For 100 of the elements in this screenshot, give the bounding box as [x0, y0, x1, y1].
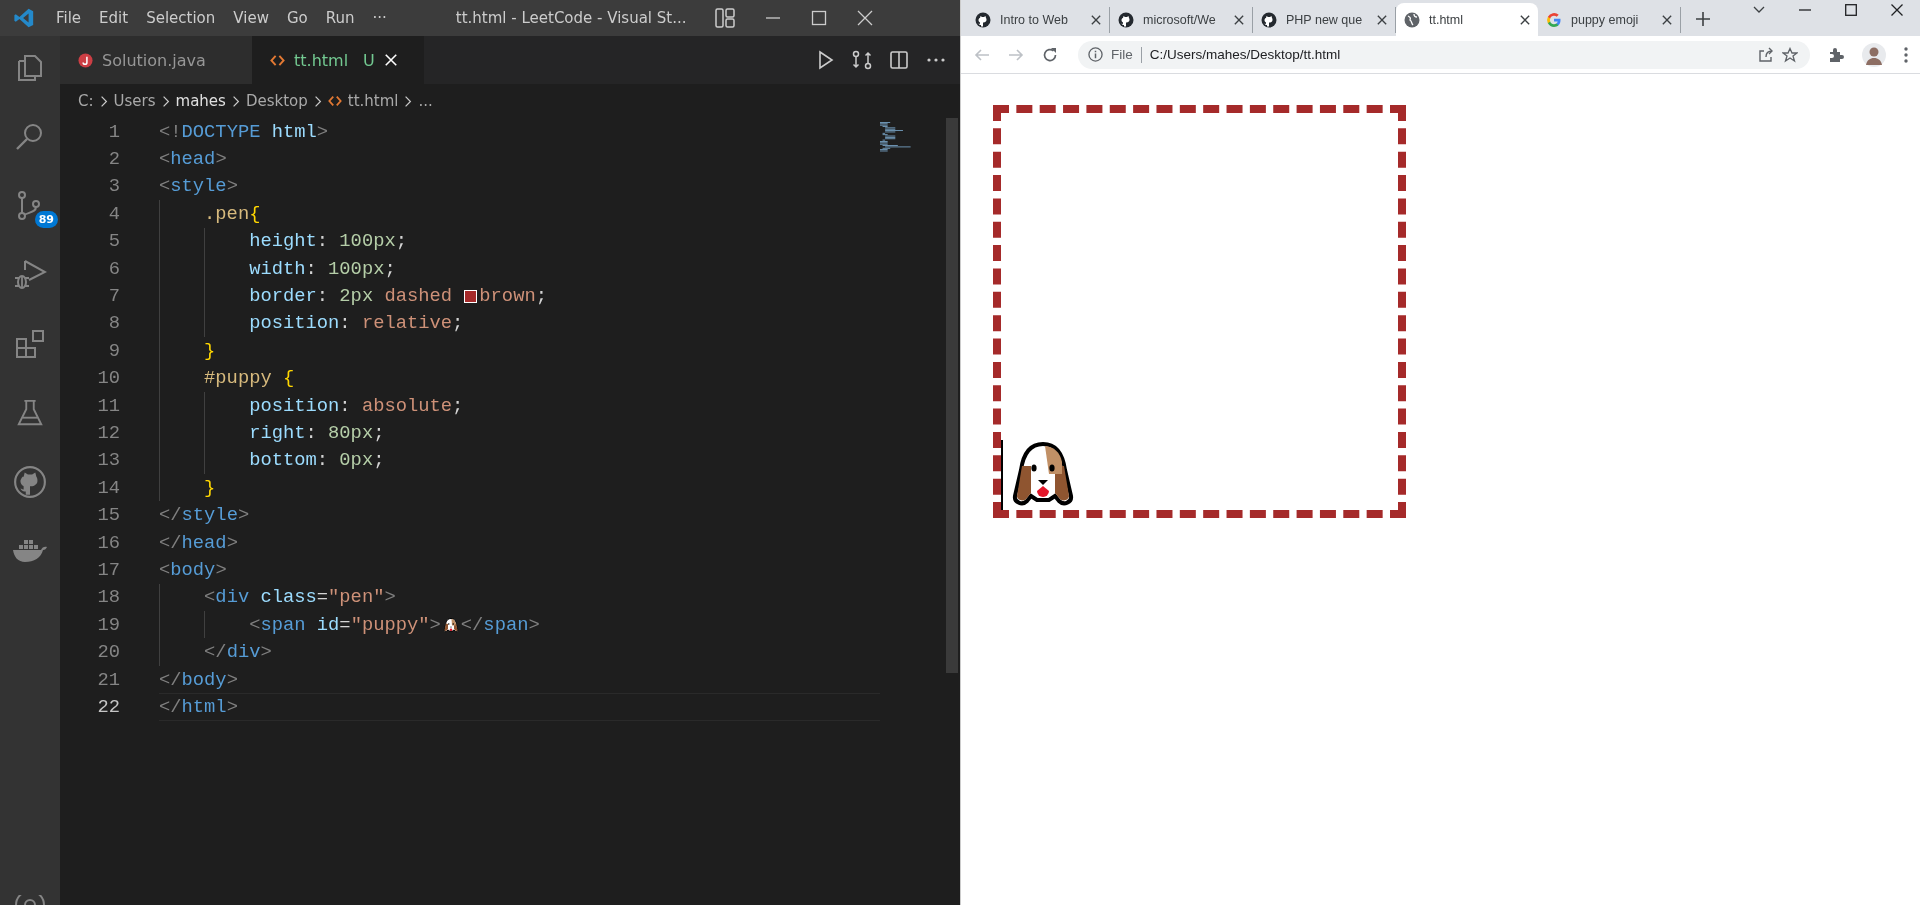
close-icon[interactable] [1662, 15, 1672, 25]
layout-icon[interactable] [714, 8, 735, 28]
scrollbar-thumb[interactable] [946, 118, 958, 673]
code-text: <!DOCTYPE html> [159, 120, 329, 143]
chevron-icon [404, 94, 413, 108]
whale-icon[interactable] [12, 539, 48, 563]
compare-changes-icon[interactable] [852, 50, 872, 70]
code-text: </html> [159, 695, 238, 718]
code-text: width: 100px; [248, 257, 396, 280]
line-number: 18 [96, 586, 120, 609]
split-editor-icon[interactable] [889, 50, 909, 70]
code-text: right: 80px; [248, 422, 385, 444]
code-text: position: relative; [248, 312, 464, 335]
new-tab-icon[interactable] [1695, 11, 1711, 27]
line-number: 19 [96, 613, 120, 636]
close-icon[interactable] [1234, 15, 1244, 25]
extensions-icon[interactable] [14, 328, 46, 360]
menu-item[interactable]: ··· [363, 9, 396, 27]
menu-item[interactable]: Selection [137, 9, 225, 27]
code-text: <div class="pen"> [203, 586, 396, 609]
github-icon [975, 12, 991, 28]
line-number: 10 [96, 367, 120, 390]
address-bar[interactable]: File C:/Users/mahes/Desktop/tt.html [1078, 40, 1810, 69]
code-text: } [203, 339, 216, 362]
text-cursor [1001, 440, 1003, 510]
close-icon[interactable] [1520, 14, 1530, 25]
code-text: </div> [203, 641, 272, 664]
line-number: 6 [107, 257, 120, 280]
chevron-down-icon[interactable] [1753, 6, 1765, 14]
github-icon[interactable] [13, 465, 47, 499]
code-text: </span> [460, 613, 540, 636]
code-text: position: absolute; [248, 394, 464, 417]
info-icon [1088, 47, 1103, 62]
avatar[interactable] [1862, 42, 1886, 67]
browser-tab[interactable]: puppy emoji [1538, 7, 1681, 33]
browser-tab[interactable]: PHP new que [1253, 7, 1396, 33]
line-number: 1 [107, 120, 120, 143]
code-text: bottom: 0px; [248, 449, 385, 472]
editor-tab[interactable]: Solution.java [60, 36, 252, 84]
code-text: <style> [159, 175, 238, 198]
breadcrumb-item[interactable]: C: [78, 92, 94, 110]
line-number: 17 [96, 558, 120, 581]
close-icon[interactable] [1891, 4, 1903, 16]
browser-tab[interactable]: Intro to Web [967, 7, 1110, 33]
line-number: 22 [96, 695, 120, 718]
breadcrumb-item[interactable]: mahes [175, 92, 226, 110]
breadcrumb-item[interactable]: ... [418, 92, 433, 110]
line-number: 2 [107, 148, 120, 171]
untracked-status: U [363, 50, 375, 70]
vscode-logo-icon [13, 7, 35, 29]
breadcrumb-item[interactable]: tt.html [347, 92, 399, 110]
chevron-icon [99, 94, 108, 108]
account-icon[interactable] [14, 895, 46, 905]
kebab-menu-icon[interactable] [1904, 46, 1908, 63]
code-text: </head> [159, 531, 238, 554]
breadcrumb-item[interactable]: Desktop [245, 92, 308, 110]
globe-icon [1404, 11, 1420, 28]
line-number: 12 [96, 422, 120, 444]
menu-item[interactable]: Run [316, 9, 364, 27]
menu-item[interactable]: Edit [90, 9, 138, 27]
code-text: .pen{ [203, 202, 261, 225]
close-icon[interactable] [1091, 15, 1101, 25]
line-number: 7 [107, 285, 120, 308]
code-text: border: 2px dashed [248, 285, 454, 308]
editor-tab[interactable]: tt.html U [252, 36, 424, 84]
code-brackets-icon [327, 94, 342, 108]
browser-tab[interactable]: tt.html [1396, 3, 1538, 36]
github-icon [1118, 12, 1134, 28]
maximize-icon[interactable] [1845, 4, 1857, 16]
code-text: } [203, 476, 216, 499]
line-number: 3 [107, 175, 120, 198]
line-number: 21 [96, 668, 120, 691]
run-debug-icon[interactable] [13, 258, 47, 292]
code-text: #puppy { [203, 367, 295, 390]
puzzle-icon[interactable] [1828, 46, 1844, 63]
color-swatch[interactable] [464, 289, 478, 303]
google-g-icon [1546, 12, 1562, 28]
line-number: 13 [96, 449, 120, 472]
line-number: 9 [107, 339, 120, 362]
code-text: brown; [479, 285, 547, 308]
menu-item[interactable]: View [224, 9, 278, 27]
flask-icon[interactable] [15, 398, 45, 428]
scheme-label: File [1111, 47, 1133, 62]
code-text: <span id="puppy"> [248, 613, 441, 636]
browser-tab[interactable]: microsoft/We [1110, 7, 1253, 33]
star-icon[interactable] [1782, 46, 1798, 63]
line-number: 11 [96, 394, 120, 417]
line-number: 4 [107, 202, 120, 225]
changes-badge: 89 [34, 211, 58, 228]
reload-icon[interactable] [1042, 46, 1058, 63]
menu-item[interactable]: Go [277, 9, 317, 27]
breadcrumb-item[interactable]: Users [113, 92, 156, 110]
share-icon[interactable] [1758, 46, 1774, 63]
menu-item[interactable]: File [47, 9, 91, 27]
code-text: </style> [159, 504, 250, 527]
chevron-icon [231, 94, 240, 108]
close-icon[interactable] [1377, 15, 1387, 25]
window-title: tt.html - LeetCode - Visual St... [455, 9, 687, 27]
chevron-icon [313, 94, 322, 108]
line-number: 8 [107, 312, 120, 335]
